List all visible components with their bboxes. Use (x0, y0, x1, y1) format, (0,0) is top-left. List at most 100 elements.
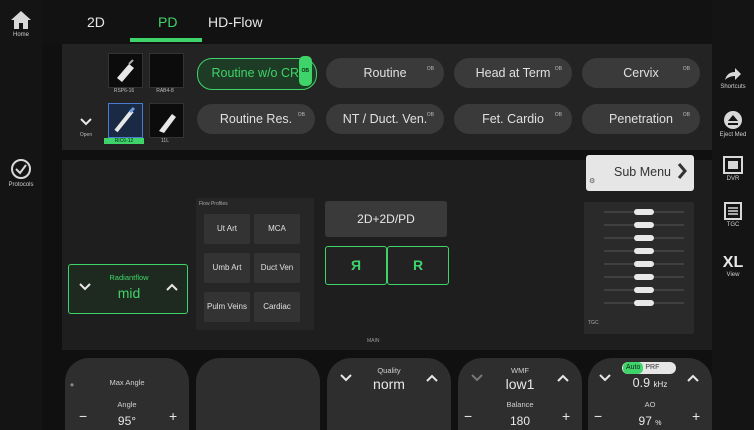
view-label: View (726, 272, 740, 278)
chevron-down-icon[interactable] (598, 372, 612, 386)
balance-label: Balance (506, 400, 534, 409)
probe-icon (117, 59, 134, 82)
home-button[interactable]: Home (0, 10, 42, 38)
main-controls-panel: Radiantflow mid Flow Profiles Ut Art MCA… (62, 155, 712, 350)
tab-2d[interactable]: 2D (87, 14, 105, 30)
probe-label: RAB4-8 (156, 88, 174, 94)
probe-label-selected: RIC6-12 (104, 138, 144, 144)
radiantflow-label: Radiantflow (109, 273, 149, 282)
ao-label: AO (644, 400, 656, 409)
flip-left-button[interactable]: Я (325, 246, 387, 285)
probe-open-label: Open (79, 132, 93, 138)
chevron-up-icon[interactable] (425, 372, 439, 386)
view-button[interactable]: XL View (712, 254, 754, 278)
probe-slot-2[interactable] (149, 53, 184, 88)
radiantflow-control[interactable]: Radiantflow mid (68, 264, 188, 314)
eject-label: Eject Med (719, 132, 747, 138)
chevron-up-icon[interactable] (165, 281, 179, 295)
tgc-slider-handle[interactable] (634, 222, 654, 228)
angle-value: 95° (117, 414, 137, 428)
eject-media-button[interactable]: Eject Med (712, 110, 754, 138)
plus-icon[interactable]: + (562, 408, 570, 424)
flow-profile-cardiac[interactable]: Cardiac (254, 292, 300, 322)
flow-profile-mca[interactable]: MCA (254, 214, 300, 244)
probe-slot-4[interactable] (149, 103, 184, 138)
flow-profile-pulm-veins[interactable]: Pulm Veins (204, 292, 250, 322)
prf-unit: kHz (653, 380, 668, 389)
sub-menu-label: Sub Menu (614, 165, 671, 179)
ob-badge: OB (426, 112, 434, 118)
quality-knob[interactable]: Quality norm (327, 358, 451, 430)
main-label: MAIN (367, 338, 380, 344)
flow-profile-ut-art[interactable]: Ut Art (204, 214, 250, 244)
dvr-button[interactable]: DVR (712, 156, 754, 182)
tgc-slider-handle[interactable] (634, 209, 654, 215)
chevron-down-icon[interactable] (339, 372, 353, 386)
plus-icon[interactable]: + (692, 408, 700, 424)
preset-head-at-term[interactable]: Head at Term OB (454, 58, 572, 88)
preset-routine-wo-cri[interactable]: Routine w/o CRI OB (197, 56, 317, 90)
protocols-label: Protocols (8, 182, 34, 188)
preset-nt-duct-ven[interactable]: NT / Duct. Ven. OB (326, 104, 444, 134)
flow-profile-umb-art[interactable]: Umb Art (204, 253, 250, 283)
plus-icon[interactable]: + (169, 408, 177, 424)
preset-label: Routine w/o CRI (211, 66, 303, 80)
tab-hd-flow[interactable]: HD-Flow (208, 14, 262, 30)
preset-penetration[interactable]: Penetration OB (582, 104, 700, 134)
preset-fet-cardio[interactable]: Fet. Cardio OB (454, 104, 572, 134)
ob-badge: OB (297, 112, 305, 118)
prf-knob[interactable]: Auto PRF 0.9 kHz AO − + 97 % (588, 358, 712, 430)
tgc-slider-handle[interactable] (634, 261, 654, 267)
flip-right-button[interactable]: R (387, 246, 449, 285)
tgc-panel: TGC (584, 202, 694, 334)
sub-menu-button[interactable]: ⚙ Sub Menu (586, 155, 694, 191)
chevron-down-icon[interactable] (78, 281, 92, 295)
ob-badge: OB (298, 56, 312, 86)
flow-profile-duct-ven[interactable]: Duct Ven (254, 253, 300, 283)
protocols-button[interactable]: Protocols (0, 158, 42, 188)
max-angle-knob[interactable]: ● Max Angle Angle − + 95° (65, 358, 189, 430)
quality-value: norm (373, 376, 405, 392)
eject-icon (724, 111, 742, 129)
ob-badge: OB (682, 66, 690, 72)
wmf-knob[interactable]: WMF low1 Balance − + 180 (458, 358, 582, 430)
shortcuts-label: Shortcuts (720, 84, 746, 90)
probe-open-button[interactable]: Open (76, 114, 96, 138)
chevron-down-icon[interactable] (470, 372, 484, 386)
tgc-slider-handle[interactable] (634, 248, 654, 254)
dual-mode-button[interactable]: 2D+2D/PD (325, 201, 447, 237)
preset-routine[interactable]: Routine OB (326, 58, 444, 88)
tgc-slider-handle[interactable] (634, 287, 654, 293)
preset-cervix[interactable]: Cervix OB (582, 58, 700, 88)
balance-value: 180 (509, 414, 531, 428)
ao-value-group: 97 % (616, 414, 684, 428)
preset-routine-res[interactable]: Routine Res. OB (197, 104, 315, 134)
chevron-up-icon[interactable] (556, 372, 570, 386)
shortcuts-button[interactable]: Shortcuts (712, 66, 754, 90)
sliders-icon (724, 202, 742, 220)
mode-tab-bar: 2D PD HD-Flow (42, 0, 712, 44)
probe-slot-1[interactable] (108, 53, 143, 88)
tgc-button[interactable]: TGC (712, 202, 754, 228)
probe-icon (159, 114, 176, 133)
minus-icon[interactable]: − (594, 408, 602, 424)
chevron-right-icon (677, 162, 687, 185)
preset-label: Cervix (623, 66, 659, 80)
auto-prf-toggle[interactable]: Auto PRF (622, 362, 676, 374)
tgc-slider-handle[interactable] (634, 300, 654, 306)
tgc-sliders[interactable] (584, 202, 694, 334)
tgc-slider-handle[interactable] (634, 235, 654, 241)
auto-label: Auto (623, 362, 644, 374)
chevron-up-icon[interactable] (686, 372, 700, 386)
prf-label: PRF (645, 364, 660, 371)
tgc-slider-handle[interactable] (634, 274, 654, 280)
gear-icon: ⚙ (589, 178, 596, 185)
wmf-value: low1 (505, 376, 535, 392)
tab-pd[interactable]: PD (158, 14, 177, 30)
minus-icon[interactable]: − (464, 408, 472, 424)
film-icon (723, 156, 743, 174)
right-rail: Shortcuts Eject Med DVR TGC XL View (712, 0, 754, 430)
probe-slot-3[interactable] (108, 103, 143, 138)
empty-knob[interactable] (196, 358, 320, 430)
angle-label: Angle (117, 400, 137, 409)
